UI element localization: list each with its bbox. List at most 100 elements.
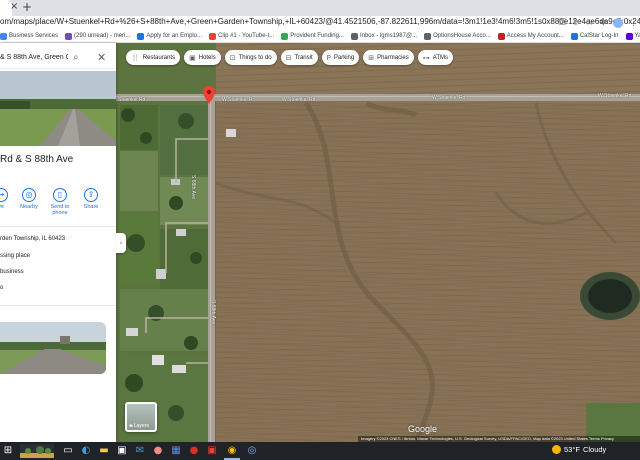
browser-tab-strip: × + [0, 0, 640, 16]
file-explorer-icon[interactable]: ▬ [98, 445, 110, 457]
bookmark-item[interactable]: Apply for an Emplo... [137, 32, 203, 40]
news-widget-icon[interactable] [20, 444, 54, 458]
info-row[interactable]: o [0, 285, 3, 291]
task-view-icon[interactable]: ▭ [62, 445, 74, 457]
divider [0, 226, 116, 227]
hotels-icon: ▣ [189, 53, 196, 62]
bookmark-item[interactable]: Clip #1 - YouTube-t... [209, 32, 274, 40]
bookmark-item[interactable]: Business Services [0, 32, 59, 40]
nearby-icon: ◎ [22, 188, 36, 202]
address-bar[interactable]: om/maps/place/W+Stuenkel+Rd+%26+S+88th+A… [0, 17, 640, 26]
chip-things-to-do[interactable]: ⊡ Things to do [224, 50, 277, 65]
directions-icon: ↪ [0, 188, 8, 202]
action-label: Send to phone [50, 204, 70, 216]
bookmark-icon [424, 32, 432, 40]
weather-desc: Cloudy [582, 445, 607, 454]
chip-label: Restaurants [142, 54, 176, 61]
chip-label: Hotels [198, 54, 216, 61]
bookmark-item[interactable]: Yahoo - login [625, 32, 640, 40]
close-icon[interactable]: ✕ [97, 51, 106, 64]
road-label: W Stuenkel Rd [432, 95, 466, 101]
atms-icon: ⊶ [422, 53, 430, 62]
weather-temp: 53°F [564, 445, 580, 454]
store-icon[interactable]: ▣ [116, 445, 128, 457]
bookmark-label: Access My Account... [506, 33, 564, 39]
close-tab-icon[interactable]: × [10, 1, 18, 12]
taskbar: ⊞ ▭ ◐ ▬ ▣ ✉ ● ▦ ● ▣ ◉ ◎ 53°F Cloudy [0, 442, 640, 460]
phone-icon: ▯ [53, 188, 67, 202]
bookmark-item[interactable]: OptionsHouse Acco... [424, 32, 491, 40]
chip-transit[interactable]: ⊟ Transit [280, 50, 318, 65]
menu-icon[interactable]: ⋮ [629, 18, 638, 28]
address-row[interactable]: rden Township, IL 60423 [0, 236, 65, 242]
extensions-icon[interactable]: ✲ [599, 18, 607, 28]
bookmark-item[interactable]: Provident Funding... [281, 32, 344, 40]
layers-button[interactable]: ◈ Layers [125, 402, 157, 432]
bookmark-item[interactable]: CalStar Log-In [570, 32, 619, 40]
photo-thumbnail[interactable] [0, 322, 106, 374]
chip-restaurants[interactable]: 🍴 Restaurants [126, 50, 181, 65]
search-icon[interactable]: ⌕ [73, 52, 79, 63]
mail-icon[interactable]: ✉ [134, 445, 146, 457]
location-pin-icon[interactable] [203, 86, 215, 104]
bookmark-icon [209, 32, 217, 40]
nearby-action[interactable]: ◎ Nearby [14, 188, 44, 210]
key-icon[interactable]: ⚿ [559, 18, 566, 28]
bookmark-icon [625, 32, 633, 40]
bookmark-icon [281, 32, 289, 40]
chip-hotels[interactable]: ▣ Hotels [184, 50, 221, 65]
road-label: S 88th Ave [190, 175, 196, 200]
road-label: W Stuenkel R [222, 97, 253, 103]
new-tab-button[interactable]: + [22, 0, 32, 14]
chip-parking[interactable]: P Parking [321, 50, 360, 65]
bookmark-label: Inbox - lgms1987@... [359, 33, 418, 39]
info-row[interactable]: ssing place [0, 253, 30, 259]
share-icon[interactable]: ⇪ [572, 18, 580, 28]
things-to-do-icon: ⊡ [229, 53, 236, 62]
start-icon[interactable]: ⊞ [2, 445, 14, 457]
app-icon[interactable]: ◎ [246, 445, 258, 457]
edge-icon[interactable]: ◐ [80, 445, 92, 457]
bookmark-item[interactable]: Inbox - lgms1987@... [350, 32, 418, 40]
chip-atms[interactable]: ⊶ ATMs [417, 50, 453, 65]
app-icon[interactable]: ▦ [170, 445, 182, 457]
app-icon[interactable]: ● [152, 445, 164, 457]
google-logo: Google [408, 424, 438, 434]
share-icon: ⇪ [84, 188, 98, 202]
road-label: S 88th Ave [210, 300, 216, 325]
chrome-icon[interactable]: ◉ [226, 445, 238, 457]
collapse-panel-button[interactable]: ‹ [116, 233, 126, 253]
star-icon[interactable]: ☆ [585, 18, 593, 28]
bookmark-item[interactable]: (290 unread) - meri... [65, 32, 130, 40]
chip-label: ATMs [432, 54, 448, 61]
road-label: W Stuenkel Rd [598, 93, 632, 99]
weather-widget[interactable]: 53°F Cloudy [552, 445, 606, 454]
app-icon[interactable]: ▣ [206, 445, 218, 457]
satellite-imagery [116, 43, 640, 442]
profile-avatar[interactable] [613, 18, 623, 28]
divider [0, 305, 116, 306]
info-row[interactable]: business [0, 269, 24, 275]
bookmark-label: Business Services [9, 33, 59, 39]
parking-icon: P [326, 53, 331, 62]
bookmark-label: Apply for an Emplo... [146, 33, 203, 39]
screen: × + om/maps/place/W+Stuenkel+Rd+%26+S+88… [0, 0, 640, 460]
road-label: Stuenkel Rd [118, 97, 146, 103]
layers-label: Layers [133, 423, 149, 429]
bookmark-label: OptionsHouse Acco... [433, 33, 491, 39]
street-view-photo[interactable] [0, 71, 116, 146]
app-icon[interactable]: ● [188, 445, 200, 457]
share-action[interactable]: ⇪ Share [76, 188, 106, 210]
chip-pharmacies[interactable]: ⊞ Pharmacies [363, 50, 414, 65]
send-to-phone-action[interactable]: ▯ Send to phone [45, 188, 75, 216]
road-label: W Stuenkel Rd [282, 97, 316, 103]
category-chips: 🍴 Restaurants ▣ Hotels ⊡ Things to do ⊟ Transit… [126, 50, 453, 66]
bookmark-item[interactable]: Access My Account... [497, 32, 564, 40]
pharmacies-icon: ⊞ [368, 53, 375, 62]
bookmark-label: Provident Funding... [290, 33, 344, 39]
bookmark-icon [0, 32, 7, 40]
transit-icon: ⊟ [285, 53, 292, 62]
search-input[interactable]: & S 88th Ave, Green Gar [0, 54, 68, 61]
satellite-map[interactable] [116, 43, 640, 442]
place-actions: ↪ ve ◎ Nearby ▯ Send to phone ⇪ Share [0, 188, 116, 220]
